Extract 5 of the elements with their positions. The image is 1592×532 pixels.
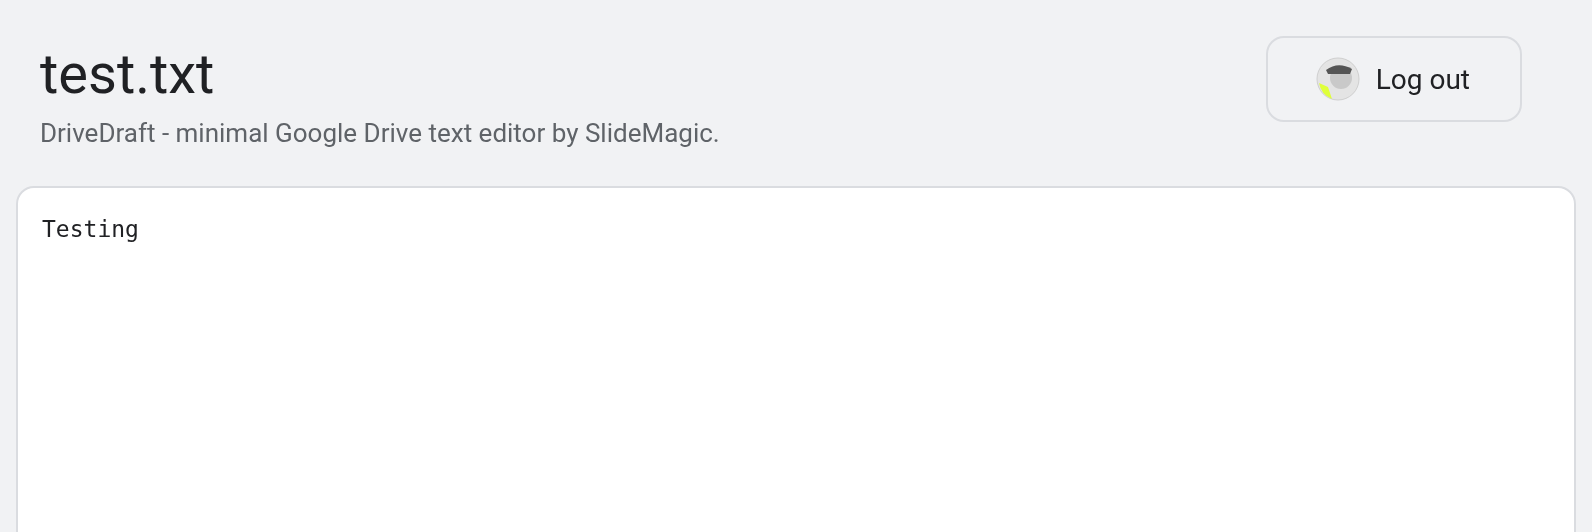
avatar-icon bbox=[1315, 57, 1360, 101]
logout-button[interactable]: Log out bbox=[1265, 36, 1522, 122]
app-subtitle: DriveDraft - minimal Google Drive text editor by SlideMagic. bbox=[40, 117, 720, 150]
text-editor[interactable]: Testing bbox=[16, 186, 1576, 532]
file-title: test.txt bbox=[40, 40, 216, 109]
